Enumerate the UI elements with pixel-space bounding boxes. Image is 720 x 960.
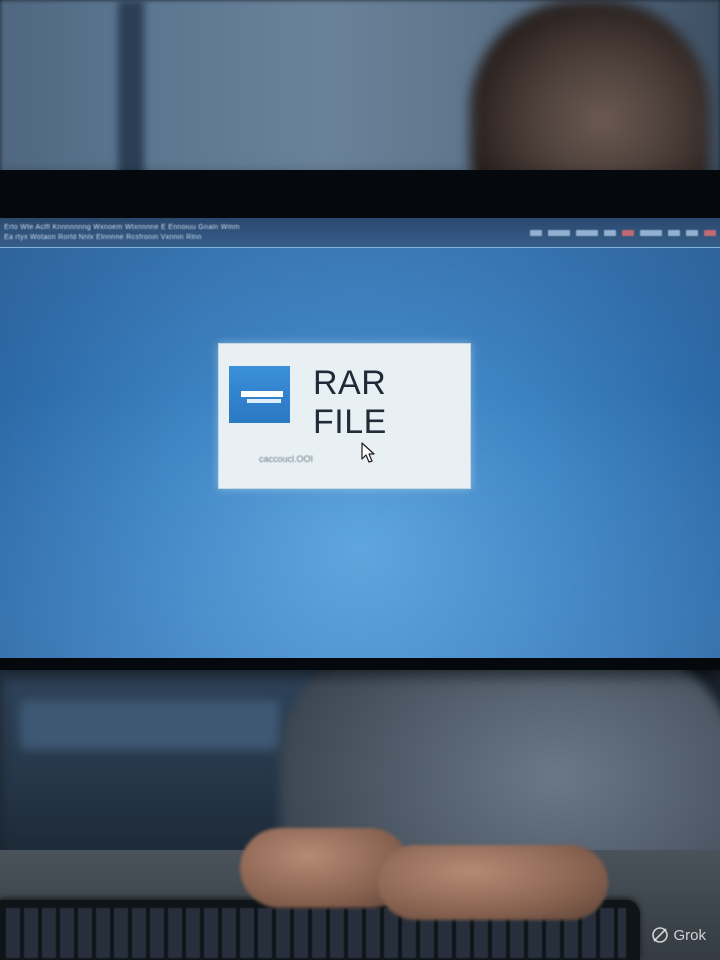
taskbar-text-line-1: Erto Wte Aclfl Knnnnnnng Wxnoem Wtxnnnne…: [4, 224, 240, 231]
monitor: Erto Wte Aclfl Knnnnnnng Wxnoem Wtxnnnne…: [0, 170, 720, 670]
watermark-label: Grok: [673, 926, 706, 944]
taskbar-menu: Erto Wte Aclfl Knnnnnnng Wxnoem Wtxnnnne…: [4, 223, 434, 242]
dialog-title: RAR FILE: [313, 364, 387, 441]
tray-icon[interactable]: [640, 229, 662, 236]
desk-items: [20, 700, 280, 750]
rar-file-icon[interactable]: [229, 366, 290, 423]
file-name-label: caccoucl.OOI: [259, 454, 314, 464]
grok-logo-icon: [652, 927, 669, 943]
taskbar-text-line-2: Ea rtyx Wotaon Rorld Nnlx Elnnnne Rcsfro…: [4, 234, 202, 241]
tray-icon[interactable]: [668, 229, 680, 236]
tray-alert-icon[interactable]: [704, 229, 716, 236]
rar-file-dialog[interactable]: RAR FILE caccoucl.OOI: [218, 343, 471, 489]
watermark: Grok: [651, 926, 706, 944]
tray-alert-icon[interactable]: [622, 229, 634, 236]
tray-icon[interactable]: [604, 229, 616, 236]
mouse-pointer-icon: [361, 442, 375, 463]
tray-icon[interactable]: [686, 229, 698, 236]
photo-scene: Erto Wte Aclfl Knnnnnnng Wxnoem Wtxnnnne…: [0, 0, 720, 960]
file-icon-bar: [247, 399, 281, 403]
right-hand: [378, 845, 608, 920]
tray-icon[interactable]: [530, 229, 542, 236]
tray-icon[interactable]: [576, 229, 598, 236]
monitor-screen: Erto Wte Aclfl Knnnnnnng Wxnoem Wtxnnnne…: [0, 218, 720, 658]
file-icon-bar: [241, 391, 283, 397]
system-tray: [530, 229, 716, 236]
taskbar: Erto Wte Aclfl Knnnnnnng Wxnoem Wtxnnnne…: [0, 218, 720, 248]
window-frame: [118, 0, 144, 190]
tray-icon[interactable]: [548, 229, 570, 236]
